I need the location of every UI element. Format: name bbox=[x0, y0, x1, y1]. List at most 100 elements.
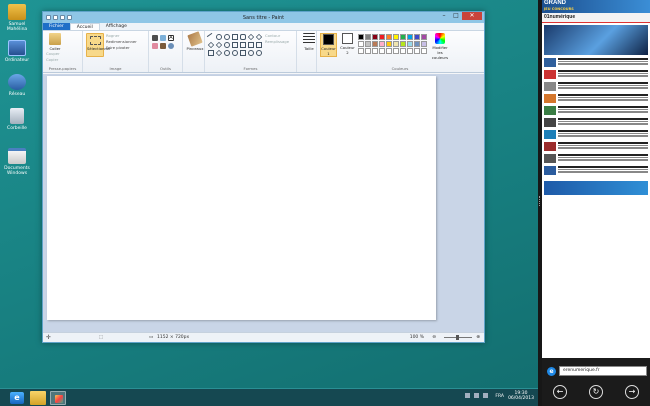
ie-taskbar-button[interactable]: e bbox=[10, 392, 24, 404]
refresh-button[interactable]: ↻ bbox=[589, 385, 603, 399]
palette-color-swatch[interactable] bbox=[386, 34, 392, 40]
color2-button[interactable]: Couleur 2 bbox=[339, 33, 356, 55]
list-item[interactable] bbox=[544, 118, 648, 127]
palette-color-swatch[interactable] bbox=[372, 48, 378, 54]
edit-colors-button[interactable]: Modifier les couleurs bbox=[430, 33, 450, 60]
color1-button[interactable]: Couleur 1 bbox=[320, 33, 337, 57]
left-arrow-shape-icon[interactable] bbox=[248, 42, 254, 48]
palette-color-swatch[interactable] bbox=[372, 34, 378, 40]
palette-color-swatch[interactable] bbox=[393, 41, 399, 47]
palette-color-swatch[interactable] bbox=[372, 41, 378, 47]
list-item[interactable] bbox=[544, 82, 648, 91]
line-shape-icon[interactable] bbox=[206, 32, 216, 42]
palette-color-swatch[interactable] bbox=[407, 41, 413, 47]
copy-button[interactable]: Copier bbox=[46, 57, 60, 63]
magnifier-icon[interactable] bbox=[168, 43, 174, 49]
pentagon-shape-icon[interactable] bbox=[224, 42, 230, 48]
paste-button[interactable]: Coller bbox=[46, 33, 64, 51]
desktop-icon-computer[interactable]: Ordinateur bbox=[0, 40, 34, 63]
clock[interactable]: 19:30 06/04/2013 bbox=[508, 391, 534, 401]
site-logo[interactable]: 01numérique bbox=[544, 14, 575, 20]
palette-color-swatch[interactable] bbox=[393, 48, 399, 54]
rounded-rectangle-shape-icon[interactable] bbox=[240, 34, 246, 40]
maximize-button[interactable]: □ bbox=[450, 12, 462, 20]
desktop-icon-user-folder[interactable]: Samuel Mahélina bbox=[0, 4, 34, 32]
ad-block[interactable] bbox=[544, 181, 648, 195]
palette-color-swatch[interactable] bbox=[421, 34, 427, 40]
network-tray-icon[interactable] bbox=[474, 393, 479, 398]
down-arrow-shape-icon[interactable] bbox=[208, 50, 214, 56]
rotate-button[interactable]: Faire pivoter bbox=[106, 45, 137, 51]
palette-color-swatch[interactable] bbox=[379, 41, 385, 47]
palette-color-swatch[interactable] bbox=[414, 48, 420, 54]
select-button[interactable]: Sélectionner bbox=[86, 33, 111, 57]
hero-image[interactable] bbox=[544, 25, 648, 55]
pencil-icon[interactable] bbox=[152, 35, 158, 41]
palette-color-swatch[interactable] bbox=[386, 41, 392, 47]
volume-icon[interactable] bbox=[483, 393, 488, 398]
fill-icon[interactable] bbox=[160, 35, 166, 41]
list-item[interactable] bbox=[544, 142, 648, 151]
hexagon-shape-icon[interactable] bbox=[232, 42, 238, 48]
palette-color-swatch[interactable] bbox=[421, 48, 427, 54]
brushes-button[interactable]: Pinceaux bbox=[186, 31, 204, 51]
snap-handle-icon[interactable] bbox=[539, 196, 541, 206]
diamond-shape-icon[interactable] bbox=[215, 41, 223, 49]
star-shape-icon[interactable] bbox=[215, 49, 223, 57]
ad-banner[interactable]: GRAND JEU CONCOURS bbox=[542, 0, 650, 13]
palette-color-swatch[interactable] bbox=[365, 48, 371, 54]
cloud-shape-icon[interactable] bbox=[248, 50, 254, 56]
web-page[interactable]: GRAND JEU CONCOURS 01numérique bbox=[542, 0, 650, 358]
palette-color-swatch[interactable] bbox=[400, 41, 406, 47]
list-item[interactable] bbox=[544, 154, 648, 163]
list-item[interactable] bbox=[544, 130, 648, 139]
flag-icon[interactable] bbox=[465, 393, 470, 398]
curve-shape-icon[interactable] bbox=[216, 34, 222, 40]
palette-color-swatch[interactable] bbox=[400, 34, 406, 40]
list-item[interactable] bbox=[544, 70, 648, 79]
size-button[interactable]: Taille bbox=[300, 33, 318, 51]
list-item[interactable] bbox=[544, 94, 648, 103]
palette-color-swatch[interactable] bbox=[358, 48, 364, 54]
palette-color-swatch[interactable] bbox=[379, 34, 385, 40]
zoom-out-button[interactable]: ⊖ bbox=[432, 333, 436, 342]
triangle-shape-icon[interactable] bbox=[255, 33, 263, 41]
palette-color-swatch[interactable] bbox=[393, 34, 399, 40]
desktop-icon-network[interactable]: Réseau bbox=[0, 74, 34, 97]
fill-button[interactable]: Remplissage bbox=[265, 39, 289, 45]
drawing-canvas[interactable] bbox=[47, 76, 436, 320]
callout-shape-icon[interactable] bbox=[240, 50, 246, 56]
list-item[interactable] bbox=[544, 106, 648, 115]
eraser-icon[interactable] bbox=[152, 43, 158, 49]
close-button[interactable]: ✕ bbox=[462, 12, 482, 20]
right-arrow-shape-icon[interactable] bbox=[240, 42, 246, 48]
tab-file[interactable]: Fichier bbox=[43, 23, 70, 30]
palette-color-swatch[interactable] bbox=[400, 48, 406, 54]
desktop-icon-documents[interactable]: Documents Windows bbox=[0, 148, 34, 176]
star6-shape-icon[interactable] bbox=[232, 50, 238, 56]
palette-color-swatch[interactable] bbox=[414, 41, 420, 47]
zoom-slider[interactable] bbox=[444, 335, 472, 340]
language-indicator[interactable]: FRA bbox=[495, 394, 504, 399]
forward-button[interactable]: → bbox=[625, 385, 639, 399]
back-button[interactable]: ← bbox=[553, 385, 567, 399]
explorer-taskbar-button[interactable] bbox=[30, 391, 46, 405]
palette-color-swatch[interactable] bbox=[365, 34, 371, 40]
palette-color-swatch[interactable] bbox=[386, 48, 392, 54]
tab-home[interactable]: Accueil bbox=[69, 23, 100, 30]
url-input[interactable]: erenumerique.fr bbox=[559, 366, 647, 376]
up-arrow-shape-icon[interactable] bbox=[256, 42, 262, 48]
palette-color-swatch[interactable] bbox=[358, 41, 364, 47]
palette-color-swatch[interactable] bbox=[414, 34, 420, 40]
star5-shape-icon[interactable] bbox=[224, 50, 230, 56]
palette-color-swatch[interactable] bbox=[421, 41, 427, 47]
desktop-icon-recycle-bin[interactable]: Corbeille bbox=[0, 108, 34, 131]
right-triangle-shape-icon[interactable] bbox=[207, 41, 215, 49]
list-item[interactable] bbox=[544, 58, 648, 67]
tab-view[interactable]: Affichage bbox=[100, 23, 133, 30]
zoom-in-button[interactable]: ⊕ bbox=[476, 333, 480, 342]
palette-color-swatch[interactable] bbox=[358, 34, 364, 40]
color-picker-icon[interactable] bbox=[160, 43, 166, 49]
palette-color-swatch[interactable] bbox=[365, 41, 371, 47]
palette-color-swatch[interactable] bbox=[407, 34, 413, 40]
